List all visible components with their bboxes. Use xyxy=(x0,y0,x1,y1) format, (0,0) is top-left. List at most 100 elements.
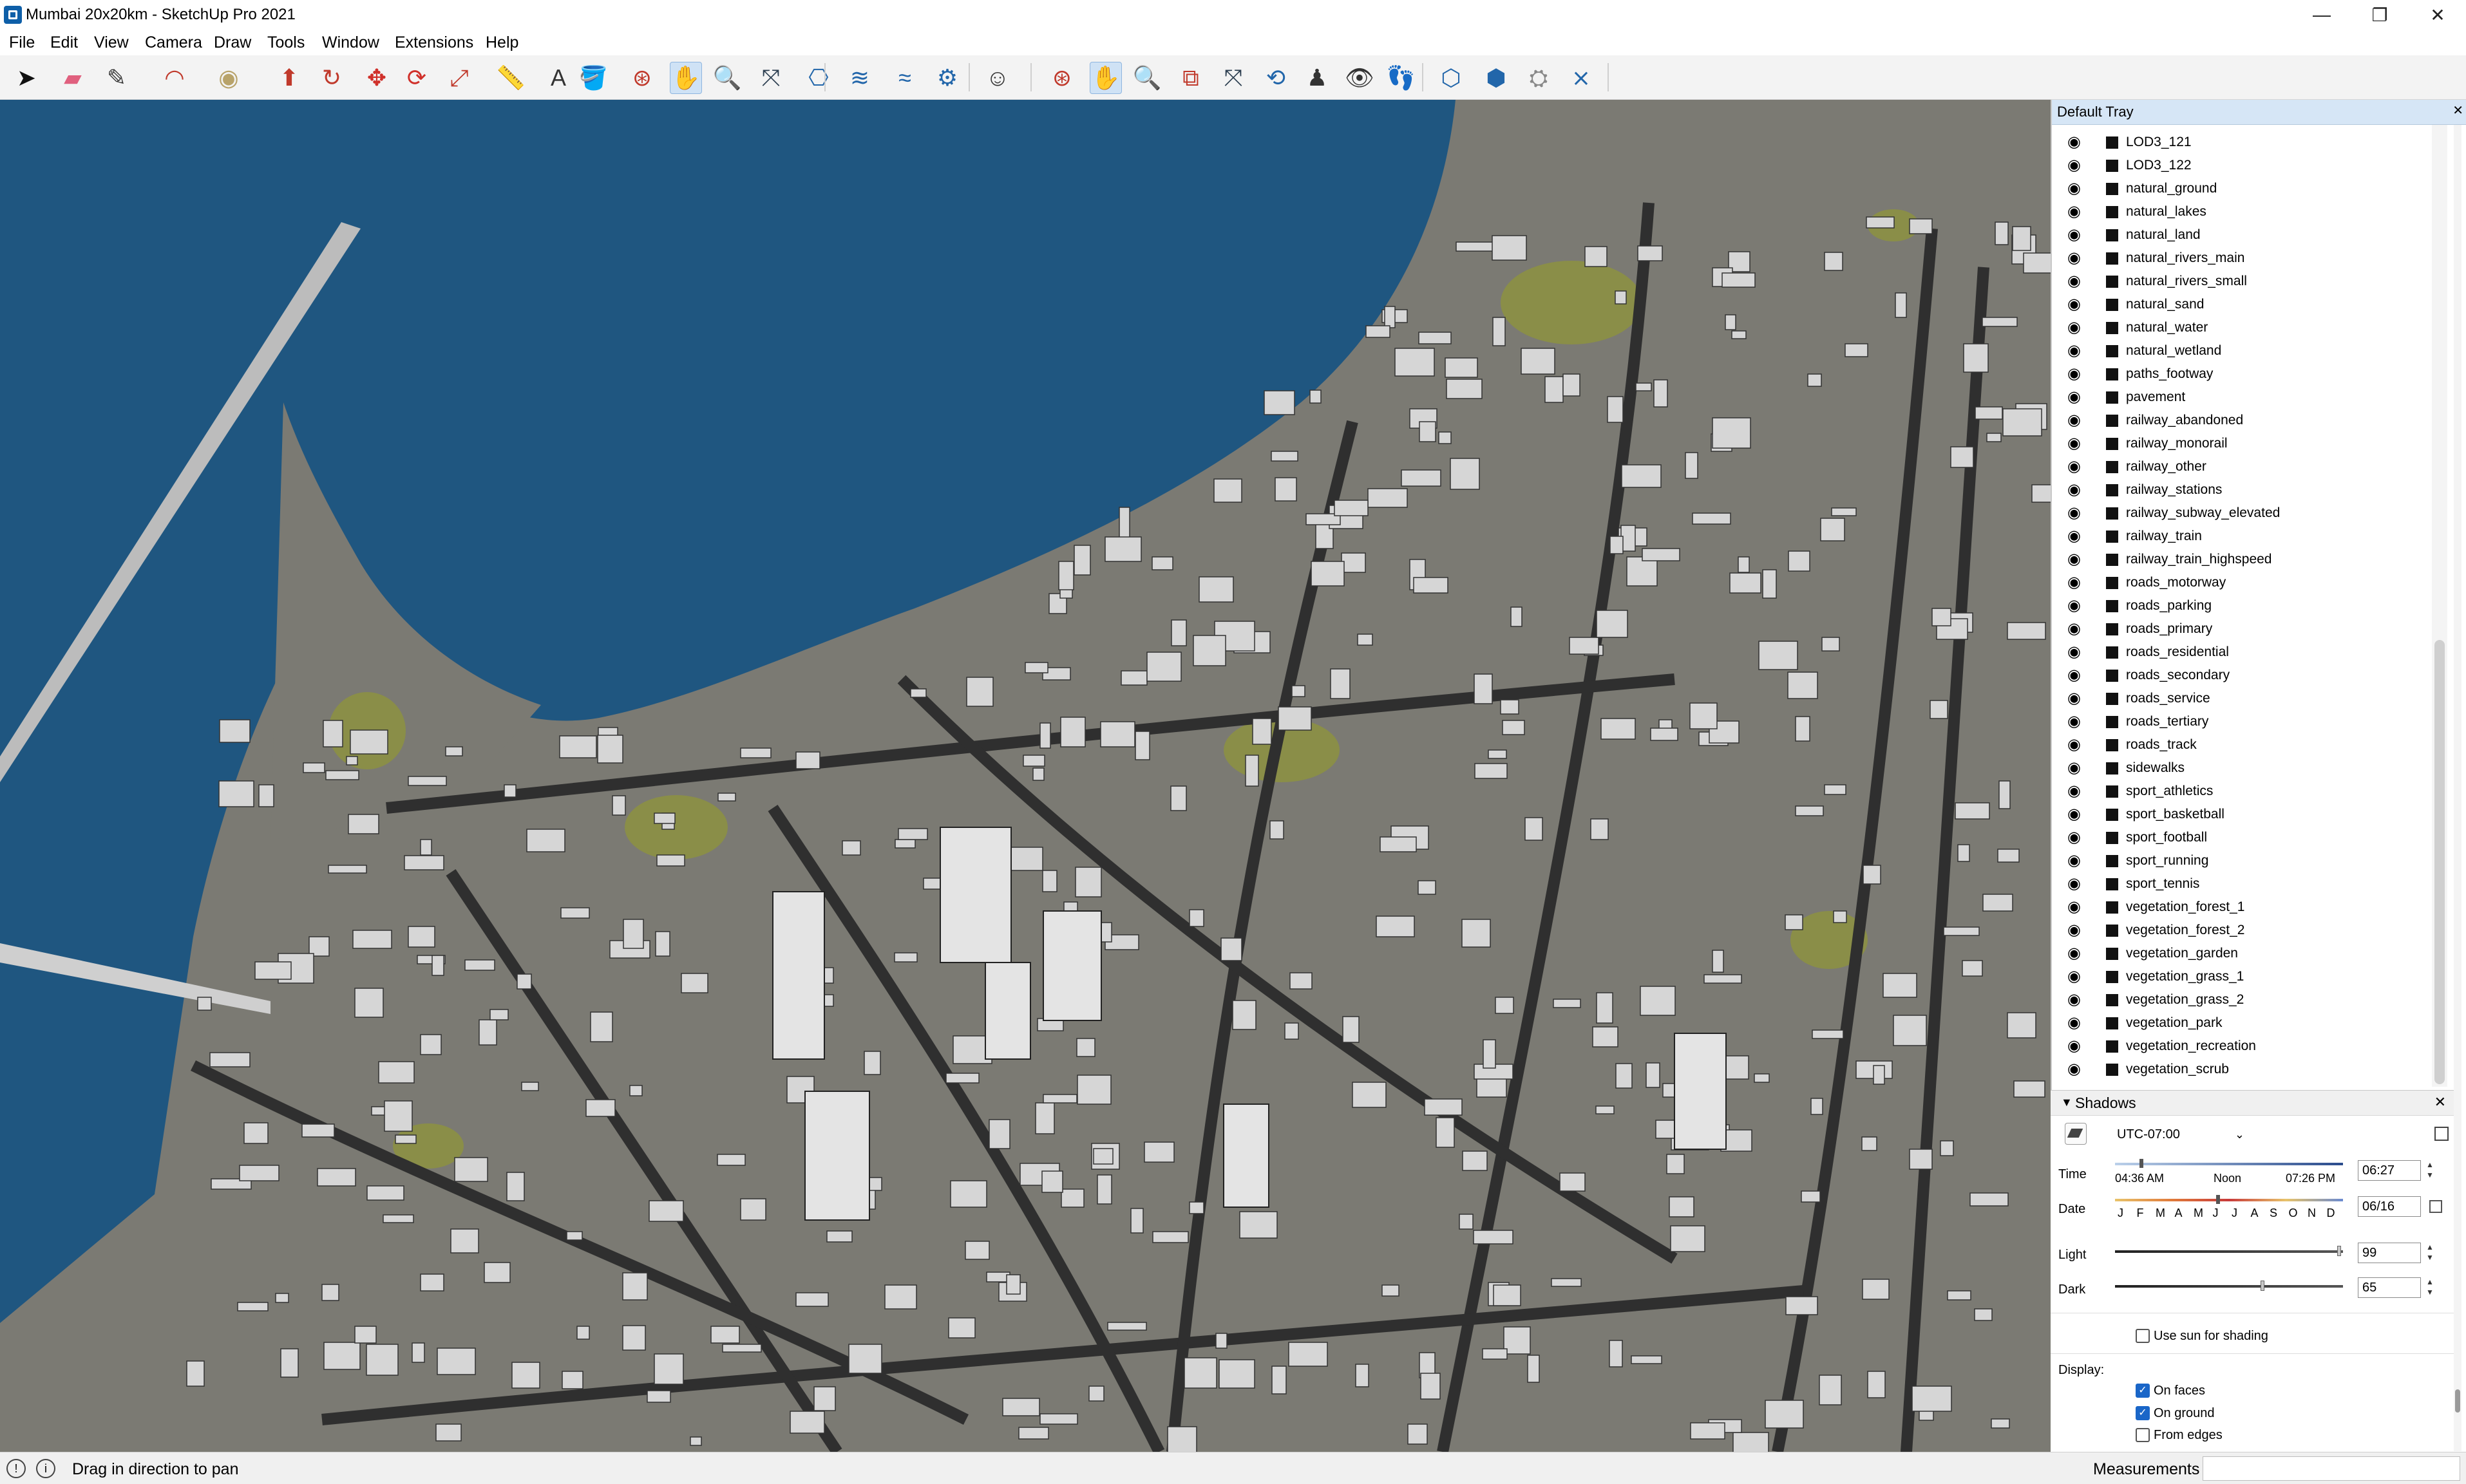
layer-name[interactable]: natural_sand xyxy=(2126,296,2204,313)
layer-color-swatch[interactable] xyxy=(2106,623,2118,635)
visibility-eye-icon[interactable]: ◉ xyxy=(2067,390,2081,405)
layer-name[interactable]: sport_athletics xyxy=(2126,783,2213,800)
layer-color-swatch[interactable] xyxy=(2106,554,2118,566)
menu-tools[interactable]: Tools xyxy=(267,32,305,53)
layer-name[interactable]: vegetation_grass_2 xyxy=(2126,991,2244,1008)
visibility-eye-icon[interactable]: ◉ xyxy=(2067,876,2081,892)
layer-row[interactable]: ◉ roads_motorway xyxy=(2052,571,2438,594)
rotate-tool-icon[interactable]: ⟳ xyxy=(401,62,433,94)
display-section-planes-icon[interactable]: ⬢ xyxy=(1480,62,1512,94)
visibility-eye-icon[interactable]: ◉ xyxy=(2067,691,2081,706)
light-spinner[interactable]: ▲ ▼ xyxy=(2423,1242,2437,1264)
time-slider[interactable] xyxy=(2115,1159,2343,1168)
layer-row[interactable]: ◉ roads_track xyxy=(2052,733,2438,756)
layer-color-swatch[interactable] xyxy=(2106,577,2118,589)
visibility-eye-icon[interactable]: ◉ xyxy=(2067,853,2081,869)
layer-row[interactable]: ◉ roads_secondary xyxy=(2052,664,2438,687)
layer-name[interactable]: railway_abandoned xyxy=(2126,412,2243,429)
visibility-eye-icon[interactable]: ◉ xyxy=(2067,482,2081,498)
layer-color-swatch[interactable] xyxy=(2106,160,2118,172)
section-plane-icon[interactable]: ⬡ xyxy=(1435,62,1467,94)
layer-color-swatch[interactable] xyxy=(2106,785,2118,798)
visibility-eye-icon[interactable]: ◉ xyxy=(2067,250,2081,266)
shadows-close-icon[interactable]: ✕ xyxy=(2434,1094,2446,1111)
layer-row[interactable]: ◉ vegetation_garden xyxy=(2052,942,2438,965)
arc-tool-icon[interactable]: ◠ xyxy=(158,62,191,94)
layer-name[interactable]: sport_football xyxy=(2126,829,2207,846)
layer-row[interactable]: ◉ vegetation_forest_2 xyxy=(2052,919,2438,942)
sandbox-flip-edge-icon[interactable]: ⨯ xyxy=(1565,62,1597,94)
dark-spinner[interactable]: ▲ ▼ xyxy=(2423,1277,2437,1299)
visibility-eye-icon[interactable]: ◉ xyxy=(2067,598,2081,614)
layer-name[interactable]: roads_motorway xyxy=(2126,574,2226,591)
walk-icon[interactable]: 👣 xyxy=(1385,62,1417,94)
layer-color-swatch[interactable] xyxy=(2106,1017,2118,1029)
layer-color-swatch[interactable] xyxy=(2106,368,2118,380)
visibility-eye-icon[interactable]: ◉ xyxy=(2067,621,2081,637)
layer-name[interactable]: roads_track xyxy=(2126,737,2197,753)
layer-row[interactable]: ◉ railway_subway_elevated xyxy=(2052,502,2438,525)
layer-row[interactable]: ◉ pavement xyxy=(2052,386,2438,409)
zoom-extents-camera-icon[interactable]: ⤧ xyxy=(1217,62,1249,94)
layer-name[interactable]: natural_water xyxy=(2126,319,2208,336)
visibility-eye-icon[interactable]: ◉ xyxy=(2067,899,2081,915)
move-tool-icon[interactable]: ✥ xyxy=(361,62,393,94)
shadow-settings-icon[interactable] xyxy=(2434,1127,2449,1141)
layer-color-swatch[interactable] xyxy=(2106,971,2118,983)
menu-view[interactable]: View xyxy=(94,32,129,53)
layer-row[interactable]: ◉ roads_service xyxy=(2052,687,2438,710)
visibility-eye-icon[interactable]: ◉ xyxy=(2067,297,2081,312)
layer-color-swatch[interactable] xyxy=(2106,600,2118,612)
layer-name[interactable]: LOD3_121 xyxy=(2126,134,2192,151)
layer-row[interactable]: ◉ sport_football xyxy=(2052,826,2438,849)
layer-name[interactable]: railway_subway_elevated xyxy=(2126,505,2280,521)
pan-camera-icon[interactable]: ✋ xyxy=(1090,62,1122,94)
pencil-line-tool-icon[interactable]: ✎ xyxy=(100,62,133,94)
layer-color-swatch[interactable] xyxy=(2106,484,2118,496)
visibility-eye-icon[interactable]: ◉ xyxy=(2067,830,2081,845)
layer-color-swatch[interactable] xyxy=(2106,206,2118,218)
zoom-extents-tool-icon[interactable]: ⤧ xyxy=(755,62,787,94)
layer-row[interactable]: ◉ natural_land xyxy=(2052,223,2438,247)
dark-input[interactable]: 65 xyxy=(2358,1277,2421,1298)
visibility-eye-icon[interactable]: ◉ xyxy=(2067,923,2081,938)
menu-edit[interactable]: Edit xyxy=(50,32,78,53)
tray-scroll-thumb[interactable] xyxy=(2455,1389,2460,1413)
menu-extensions[interactable]: Extensions xyxy=(395,32,473,53)
layers-scrollbar[interactable] xyxy=(2432,125,2447,1087)
layer-row[interactable]: ◉ natural_water xyxy=(2052,316,2438,339)
visibility-eye-icon[interactable]: ◉ xyxy=(2067,459,2081,474)
layer-row[interactable]: ◉ LOD3_121 xyxy=(2052,131,2438,154)
layer-row[interactable]: ◉ railway_abandoned xyxy=(2052,409,2438,432)
layer-row[interactable]: ◉ paths_footway xyxy=(2052,362,2438,386)
layer-name[interactable]: roads_parking xyxy=(2126,597,2212,614)
layer-row[interactable]: ◉ natural_wetland xyxy=(2052,339,2438,362)
layer-color-swatch[interactable] xyxy=(2106,229,2118,241)
layer-color-swatch[interactable] xyxy=(2106,925,2118,937)
layer-name[interactable]: railway_train_highspeed xyxy=(2126,551,2272,568)
visibility-eye-icon[interactable]: ◉ xyxy=(2067,992,2081,1008)
select-tool-icon[interactable]: ➤ xyxy=(10,62,43,94)
dark-slider-thumb[interactable] xyxy=(2261,1281,2264,1291)
time-input[interactable]: 06:27 xyxy=(2358,1160,2421,1181)
minimize-button[interactable]: — xyxy=(2293,0,2351,30)
layer-name[interactable]: vegetation_forest_2 xyxy=(2126,922,2244,939)
date-slider[interactable] xyxy=(2115,1195,2343,1204)
layer-color-swatch[interactable] xyxy=(2106,762,2118,775)
visibility-eye-icon[interactable]: ◉ xyxy=(2067,343,2081,359)
zoom-window-icon[interactable]: ⧉ xyxy=(1175,62,1207,94)
sandbox-smoove-icon[interactable]: ≈ xyxy=(889,62,921,94)
layer-name[interactable]: natural_ground xyxy=(2126,180,2217,197)
layer-row[interactable]: ◉ roads_primary xyxy=(2052,617,2438,641)
layer-row[interactable]: ◉ sport_athletics xyxy=(2052,780,2438,803)
layer-name[interactable]: vegetation_park xyxy=(2126,1015,2222,1031)
visibility-eye-icon[interactable]: ◉ xyxy=(2067,714,2081,729)
extension-warehouse-icon[interactable]: ⛭ xyxy=(1522,62,1555,94)
visibility-eye-icon[interactable]: ◉ xyxy=(2067,807,2081,822)
light-input[interactable]: 99 xyxy=(2358,1243,2421,1263)
layer-name[interactable]: pavement xyxy=(2126,389,2185,406)
circle-shape-tool-icon[interactable]: ◉ xyxy=(213,62,245,94)
layer-color-swatch[interactable] xyxy=(2106,646,2118,659)
layer-color-swatch[interactable] xyxy=(2106,739,2118,751)
paint-bucket-tool-icon[interactable]: 🪣 xyxy=(577,62,609,94)
